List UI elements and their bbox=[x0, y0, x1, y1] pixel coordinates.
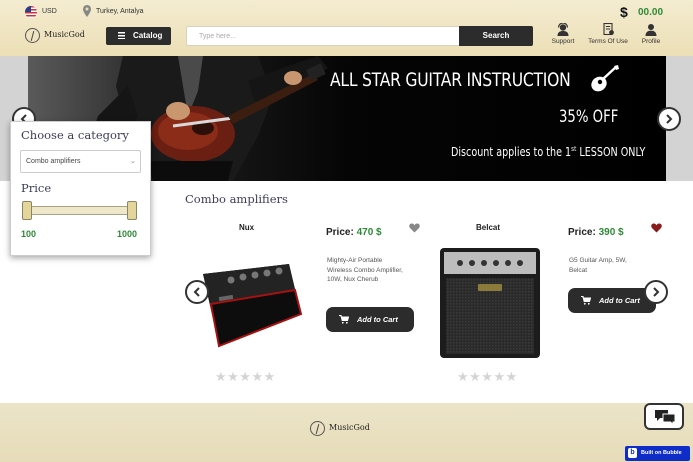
banner-discount: 35% OFF bbox=[559, 107, 619, 127]
add-to-cart-button[interactable]: Add to Cart bbox=[326, 307, 414, 332]
acoustic-guitar-icon bbox=[591, 65, 619, 92]
heart-icon[interactable] bbox=[409, 223, 420, 233]
location-pin-icon bbox=[83, 5, 91, 17]
profile-label: Profile bbox=[641, 38, 661, 45]
category-dropdown[interactable]: Combo amplifiers ⌄ bbox=[20, 150, 141, 173]
heart-icon[interactable] bbox=[651, 223, 662, 233]
banner-note: Discount applies to the 1st LESSON ONLY bbox=[451, 145, 645, 159]
terms-label: Terms Of Use bbox=[588, 38, 628, 45]
chat-bubbles-icon bbox=[655, 410, 676, 425]
footer: MusicGod bbox=[0, 403, 693, 462]
banner-next-button[interactable] bbox=[657, 107, 681, 131]
product-description: Mighty-Air Portable Wireless Combo Ampli… bbox=[327, 257, 403, 283]
chevron-left-icon bbox=[193, 287, 200, 297]
footer-logo[interactable]: MusicGod bbox=[310, 421, 382, 437]
add-to-cart-label: Add to Cart bbox=[357, 315, 398, 324]
catalog-label: Catalog bbox=[133, 31, 163, 40]
category-filter-panel: Choose a category Combo amplifiers ⌄ Pri… bbox=[10, 121, 151, 256]
guitar-logo-icon bbox=[310, 421, 325, 436]
support-link[interactable]: Support bbox=[545, 23, 581, 45]
banner-title: ALL STAR GUITAR INSTRUCTION bbox=[330, 69, 571, 91]
product-image[interactable] bbox=[197, 256, 303, 348]
terms-link[interactable]: Terms Of Use bbox=[582, 23, 634, 45]
document-icon bbox=[603, 23, 614, 36]
chat-button[interactable] bbox=[644, 403, 684, 430]
product-image[interactable] bbox=[438, 246, 542, 360]
built-on-bubble-badge[interactable]: b Built on Bubble bbox=[625, 446, 690, 461]
product-name[interactable]: Nux bbox=[239, 223, 254, 232]
menu-icon bbox=[118, 32, 125, 39]
search-button[interactable]: Search bbox=[459, 26, 533, 46]
product-price: Price: 470 $ bbox=[326, 227, 382, 238]
price-max-value: 1000 bbox=[117, 229, 138, 239]
price-min-value: 100 bbox=[21, 229, 37, 239]
profile-link[interactable]: Profile bbox=[636, 23, 666, 45]
cart-icon bbox=[339, 315, 349, 324]
price-label: Price: bbox=[568, 227, 596, 238]
price-min-handle[interactable] bbox=[22, 201, 32, 220]
product-name[interactable]: Belcat bbox=[476, 223, 500, 232]
banner-note-prefix: Discount applies to the 1 bbox=[451, 145, 572, 159]
catalog-button[interactable]: Catalog bbox=[106, 27, 171, 45]
price-range-track[interactable] bbox=[22, 206, 135, 215]
price-amount: 470 $ bbox=[356, 227, 382, 238]
rating-stars[interactable]: ★★★★★ bbox=[457, 369, 518, 385]
location-label[interactable]: Turkey, Antalya bbox=[96, 8, 143, 15]
top-header: USD Turkey, Antalya $ 00.00 MusicGod Cat… bbox=[0, 0, 693, 56]
search-input[interactable] bbox=[186, 26, 460, 46]
guitar-logo-icon bbox=[25, 28, 40, 43]
cart-icon bbox=[581, 296, 591, 305]
rating-stars[interactable]: ★★★★★ bbox=[215, 369, 276, 385]
user-icon bbox=[645, 24, 657, 36]
price-label: Price: bbox=[326, 227, 354, 238]
category-selected-value: Combo amplifiers bbox=[26, 158, 81, 165]
price-amount: 390 $ bbox=[598, 227, 624, 238]
category-heading: Choose a category bbox=[21, 128, 129, 142]
product-price: Price: 390 $ bbox=[568, 227, 624, 238]
support-agent-icon bbox=[557, 23, 569, 36]
wallet-dollar-icon: $ bbox=[620, 4, 628, 20]
footer-logo-text: MusicGod bbox=[329, 423, 370, 432]
product-description: G5 Guitar Amp, 5W, Belcat bbox=[569, 257, 627, 274]
site-logo[interactable]: MusicGod bbox=[25, 28, 95, 44]
bubble-logo-icon: b bbox=[628, 448, 637, 458]
add-to-cart-button[interactable]: Add to Cart bbox=[568, 288, 656, 313]
logo-text: MusicGod bbox=[44, 30, 85, 39]
support-label: Support bbox=[551, 38, 575, 45]
carousel-prev-button[interactable] bbox=[185, 280, 209, 304]
carousel-next-button[interactable] bbox=[644, 280, 668, 304]
section-title: Combo amplifiers bbox=[185, 192, 288, 206]
price-max-handle[interactable] bbox=[127, 201, 137, 220]
currency-selector[interactable]: USD bbox=[42, 8, 57, 15]
chevron-right-icon bbox=[666, 114, 673, 124]
chevron-right-icon bbox=[653, 287, 660, 297]
us-flag-icon[interactable] bbox=[25, 6, 37, 18]
price-heading: Price bbox=[21, 181, 52, 195]
bubble-badge-label: Built on Bubble bbox=[641, 450, 682, 456]
chevron-down-icon: ⌄ bbox=[130, 158, 136, 165]
add-to-cart-label: Add to Cart bbox=[599, 296, 640, 305]
banner-note-suffix: LESSON ONLY bbox=[576, 145, 646, 159]
wallet-balance: 00.00 bbox=[638, 7, 664, 18]
